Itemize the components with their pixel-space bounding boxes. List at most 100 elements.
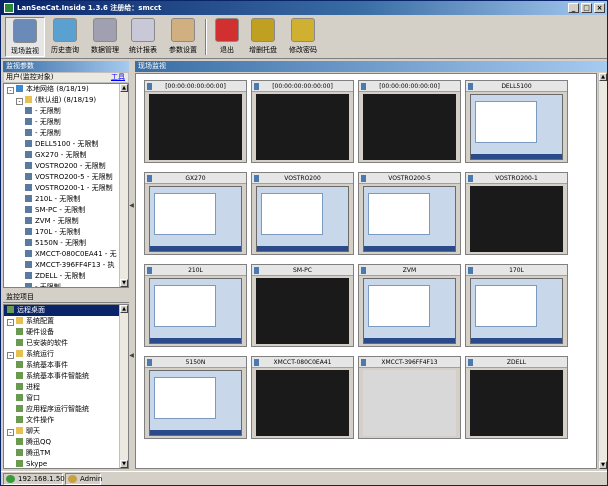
monitor-tree-scrollbar[interactable]: ▲ ▼	[119, 305, 128, 468]
screen-tile[interactable]: VOSTRO200-1	[465, 172, 568, 255]
screen-thumbnail[interactable]	[149, 278, 242, 344]
user-tree-scrollbar[interactable]: ▲ ▼	[119, 84, 128, 287]
history-icon	[53, 18, 77, 42]
monitor-tree-item[interactable]: 硬件设备	[4, 327, 128, 338]
screen-tile[interactable]: 170L	[465, 264, 568, 347]
user-tree-item[interactable]: VOSTRO200 - 无限制	[4, 161, 128, 172]
user-tree-item[interactable]: GX270 - 无限制	[4, 150, 128, 161]
toolbar-monitor-button[interactable]: 现场监视	[5, 17, 45, 57]
screen-tile[interactable]: DELL5100	[465, 80, 568, 163]
screen-tile[interactable]: XMCCT-080C0EA41	[251, 356, 354, 439]
monitor-tree-item[interactable]: Skype	[4, 459, 128, 468]
screen-tile[interactable]: SM-PC	[251, 264, 354, 347]
screen-thumbnail[interactable]	[470, 94, 563, 160]
computer-icon	[25, 250, 32, 257]
user-tree-item[interactable]: VOSTRO200-1 - 无限制	[4, 183, 128, 194]
monitor-tree-item[interactable]: 应用程序运行智能统	[4, 404, 128, 415]
screen-tile[interactable]: [00:00:00:00:00:00]	[251, 80, 354, 163]
tree-expander-icon[interactable]: -	[7, 352, 14, 359]
screen-tile-title: 210L	[145, 265, 246, 276]
screen-tile[interactable]: GX270	[144, 172, 247, 255]
screen-tile[interactable]: 210L	[144, 264, 247, 347]
monitor-tree-item[interactable]: 已安装的软件	[4, 338, 128, 349]
maximize-button[interactable]: □	[581, 3, 592, 13]
screen-thumbnail[interactable]	[363, 278, 456, 344]
screen-tile[interactable]: VOSTRO200-5	[358, 172, 461, 255]
toolbar-exit-button[interactable]: 退出	[209, 17, 245, 57]
user-tree-item[interactable]: XMCCT-396FF4F13 - 执	[4, 260, 128, 271]
user-tree-item[interactable]: - 无限制	[4, 128, 128, 139]
monitor-tree-item[interactable]: 腾迅QQ	[4, 437, 128, 448]
user-tree-item[interactable]: DELL5100 - 无限制	[4, 139, 128, 150]
user-tree-item[interactable]: 170L - 无限制	[4, 227, 128, 238]
screen-thumbnail[interactable]	[149, 94, 242, 160]
scroll-up-arrow-icon[interactable]: ▲	[120, 305, 128, 313]
user-tree-item[interactable]: - 无限制	[4, 106, 128, 117]
monitor-tree-item[interactable]: 窗口	[4, 393, 128, 404]
screen-tile[interactable]: VOSTRO200	[251, 172, 354, 255]
item-icon	[16, 372, 23, 379]
toolbar-tray-button[interactable]: 增删托盘	[245, 17, 281, 57]
screen-thumbnail[interactable]	[256, 370, 349, 436]
minimize-button[interactable]: _	[568, 3, 579, 13]
toolbar-database-button[interactable]: 数据管理	[87, 17, 123, 57]
user-tree-item[interactable]: - 无限制	[4, 117, 128, 128]
user-tree-item[interactable]: 210L - 无限制	[4, 194, 128, 205]
tree-expander-icon[interactable]: -	[16, 98, 23, 105]
user-tree-item[interactable]: VOSTRO200-5 - 无限制	[4, 172, 128, 183]
monitor-tree-item[interactable]: 进程	[4, 382, 128, 393]
monitor-tree-item[interactable]: 腾迅TM	[4, 448, 128, 459]
user-tree-item[interactable]: XMCCT-080C0EA41 - 无	[4, 249, 128, 260]
monitor-tree-item[interactable]: - 系统运行	[4, 349, 128, 360]
panel-splitter[interactable]: ◀ ◀	[129, 61, 134, 469]
screen-thumbnail[interactable]	[149, 370, 242, 436]
toolbar-history-button[interactable]: 历史查询	[47, 17, 83, 57]
screen-thumbnail[interactable]	[256, 186, 349, 252]
tree-expander-icon[interactable]: -	[7, 429, 14, 436]
toolbar-settings-button[interactable]: 参数设置	[165, 17, 201, 57]
screen-tile[interactable]: [00:00:00:00:00:00]	[144, 80, 247, 163]
monitor-tree-item[interactable]: - 聊天	[4, 426, 128, 437]
user-tree-item[interactable]: SM-PC - 无限制	[4, 205, 128, 216]
monitor-tree-item[interactable]: 远程桌面	[4, 305, 128, 316]
close-button[interactable]: ×	[594, 3, 605, 13]
screen-tile[interactable]: 5150N	[144, 356, 247, 439]
screen-thumbnail[interactable]	[256, 94, 349, 160]
user-tree-item[interactable]: - 无限制	[4, 282, 128, 287]
screen-tile[interactable]: XMCCT-396FF4F13	[358, 356, 461, 439]
user-tree-item[interactable]: - 本地网络 (8/18/19)	[4, 84, 128, 95]
screen-thumbnail[interactable]	[363, 94, 456, 160]
user-tree-item[interactable]: - (默认组) (8/18/19)	[4, 95, 128, 106]
screen-thumbnail[interactable]	[149, 186, 242, 252]
screen-tile[interactable]: [00:00:00:00:00:00]	[358, 80, 461, 163]
scroll-down-arrow-icon[interactable]: ▼	[120, 460, 128, 468]
tree-expander-icon[interactable]: -	[7, 319, 14, 326]
monitor-tree-item[interactable]: 系统基本事件	[4, 360, 128, 371]
grid-scroll-up-icon[interactable]: ▲	[599, 73, 607, 81]
monitor-tree-item[interactable]: 文件操作	[4, 415, 128, 426]
screen-thumbnail[interactable]	[470, 186, 563, 252]
grid-scrollbar[interactable]: ▲ ▼	[598, 73, 607, 469]
screen-tile[interactable]: ZDELL	[465, 356, 568, 439]
user-tree-item[interactable]: ZDELL - 无限制	[4, 271, 128, 282]
monitor-tree-item[interactable]: - 系统配置	[4, 316, 128, 327]
screen-tile[interactable]: ZVM	[358, 264, 461, 347]
user-tree-item[interactable]: 5150N - 无限制	[4, 238, 128, 249]
monitor-tree-item[interactable]: 系统基本事件智能统	[4, 371, 128, 382]
user-tree-item[interactable]: ZVM - 无限制	[4, 216, 128, 227]
scroll-down-arrow-icon[interactable]: ▼	[120, 279, 128, 287]
screen-thumbnail[interactable]	[256, 278, 349, 344]
toolbar-report-button[interactable]: 统计报表	[125, 17, 161, 57]
screen-thumbnail[interactable]	[363, 370, 456, 436]
grid-scroll-down-icon[interactable]: ▼	[599, 461, 607, 469]
collapse-left-icon-2[interactable]: ◀	[129, 351, 134, 361]
tree-expander-icon[interactable]: -	[7, 87, 14, 94]
scroll-up-arrow-icon[interactable]: ▲	[120, 84, 128, 92]
screen-thumbnail[interactable]	[363, 186, 456, 252]
toolbar-password-button[interactable]: 修改密码	[285, 17, 321, 57]
tools-link[interactable]: 工具	[111, 73, 125, 82]
collapse-left-icon[interactable]: ◀	[129, 201, 134, 211]
screen-thumbnail[interactable]	[470, 370, 563, 436]
screen-thumbnail[interactable]	[470, 278, 563, 344]
tree-item-label: 210L - 无限制	[35, 195, 81, 203]
